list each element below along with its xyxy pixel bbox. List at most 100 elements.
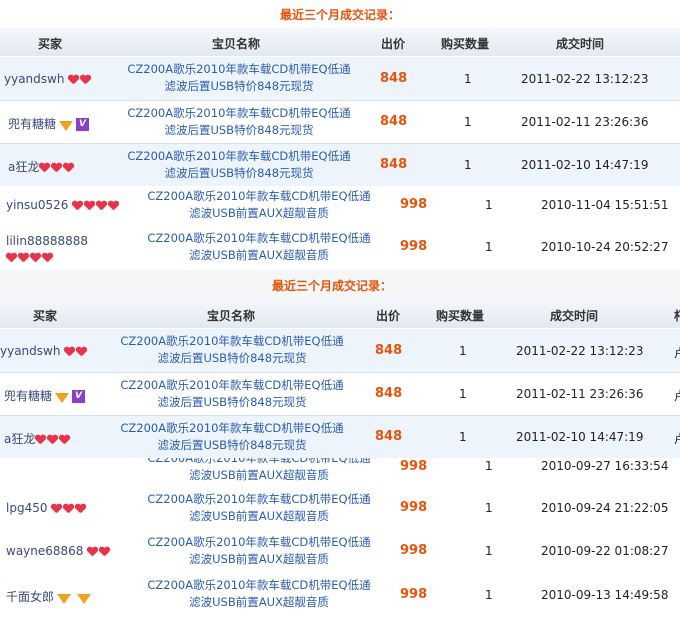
header-buyer: 买家: [33, 309, 58, 323]
header-price: 出价: [376, 309, 401, 323]
header-buyer: 买家: [38, 37, 63, 51]
buyer-link[interactable]: yyandswh: [4, 72, 92, 86]
diamond-icon: [55, 392, 70, 403]
buyer-link[interactable]: 千面女郎: [6, 588, 94, 605]
heart-icon: [76, 347, 87, 357]
heart-icon: [68, 75, 79, 85]
item-link[interactable]: CZ200A歌乐2010年款车载CD机带EQ低通 滤波后置USB特价848元现货: [115, 105, 363, 139]
heart-icon: [18, 253, 29, 263]
heart-icon: [96, 201, 107, 211]
heart-icon: [64, 347, 75, 357]
price-value: 848: [375, 429, 403, 444]
time-value: 2010-11-04 15:51:51: [541, 198, 669, 212]
heart-icon: [108, 201, 119, 211]
table-row: a狂龙 CZ200A歌乐2010年款车载CD机带EQ低通 滤波后置USB特价848…: [0, 144, 680, 186]
time-value: 2010-09-24 21:22:05: [541, 501, 669, 515]
heart-icon: [80, 75, 91, 85]
time-value: 2011-02-10 14:47:19: [516, 430, 644, 444]
price-value: 998: [400, 587, 428, 602]
diamond-icon: [57, 593, 72, 604]
item-link[interactable]: CZ200A歌乐2010年款车载CD机带EQ低通 滤波USB前置AUX超靓音质: [135, 458, 383, 484]
item-link[interactable]: CZ200A歌乐2010年款车载CD机带EQ低通 滤波USB前置AUX超靓音质: [135, 230, 383, 264]
header-qty: 购买数量: [436, 309, 485, 323]
buyer-link[interactable]: a狂龙: [4, 430, 71, 447]
price-value: 998: [400, 197, 428, 212]
cut-off-text: 卢: [674, 430, 680, 447]
qty-value: 1: [464, 158, 472, 172]
heart-icon: [47, 435, 58, 445]
header-time: 成交时间: [550, 309, 599, 323]
price-value: 998: [400, 500, 428, 515]
buyer-link[interactable]: lpg450: [6, 501, 87, 515]
price-value: 848: [380, 71, 408, 86]
header-time: 成交时间: [556, 37, 605, 51]
buyer-link[interactable]: 兜有糖糖 V: [8, 115, 90, 132]
item-link[interactable]: CZ200A歌乐2010年款车载CD机带EQ低通 滤波后置USB特价848元现货: [115, 148, 363, 182]
time-value: 2010-10-24 20:52:27: [541, 240, 669, 254]
table-row: 兜有糖糖 V CZ200A歌乐2010年款车载CD机带EQ低通 滤波后置USB特价8…: [0, 373, 680, 415]
heart-icon: [75, 504, 86, 514]
table-row: 兜有糖糖 V CZ200A歌乐2010年款车载CD机带EQ低通 滤波后置USB特价8…: [0, 101, 680, 143]
table-row: yyandswh CZ200A歌乐2010年款车载CD机带EQ低通 滤波后置USB…: [0, 57, 680, 100]
price-value: 998: [400, 239, 428, 254]
table-row: yyandswh CZ200A歌乐2010年款车载CD机带EQ低通 滤波后置USB…: [0, 329, 680, 372]
table-row: CZ200A歌乐2010年款车载CD机带EQ低通 滤波USB前置AUX超靓音质 9…: [0, 458, 680, 487]
qty-value: 1: [464, 72, 472, 86]
section-title: 最近三个月成交记录：: [271, 279, 392, 293]
heart-icon: [39, 163, 50, 173]
header-qty: 购买数量: [441, 37, 490, 51]
buyer-link[interactable]: yinsu0526: [6, 198, 120, 212]
table-row: lpg450 CZ200A歌乐2010年款车载CD机带EQ低通 滤波USB前置AU…: [0, 487, 680, 530]
time-value: 2011-02-10 14:47:19: [521, 158, 649, 172]
buyer-link[interactable]: 兜有糖糖 V: [4, 387, 86, 404]
table-row: lilin88888888 CZ200A歌乐2010年款车载CD机带EQ低通 滤波…: [0, 227, 680, 269]
buyer-link[interactable]: a狂龙: [8, 158, 75, 175]
price-value: 998: [400, 459, 428, 474]
item-link[interactable]: CZ200A歌乐2010年款车载CD机带EQ低通 滤波后置USB特价848元现货: [108, 420, 356, 454]
header-price: 出价: [381, 37, 406, 51]
cut-off-text: 卢: [674, 344, 680, 361]
price-value: 848: [380, 157, 408, 172]
time-value: 2011-02-11 23:26:36: [516, 387, 644, 401]
item-link[interactable]: CZ200A歌乐2010年款车载CD机带EQ低通 滤波USB前置AUX超靓音质: [135, 577, 383, 611]
heart-icon: [72, 201, 83, 211]
buyer-link[interactable]: yyandswh: [0, 344, 88, 358]
heart-icon: [51, 163, 62, 173]
heart-icon: [51, 504, 62, 514]
heart-icon: [63, 504, 74, 514]
qty-value: 1: [485, 240, 493, 254]
item-link[interactable]: CZ200A歌乐2010年款车载CD机带EQ低通 滤波USB前置AUX超靓音质: [135, 534, 383, 568]
section-title: 最近三个月成交记录：: [279, 8, 400, 22]
time-value: 2011-02-22 13:12:23: [521, 72, 649, 86]
vip-badge-icon: V: [76, 118, 90, 131]
item-link[interactable]: CZ200A歌乐2010年款车载CD机带EQ低通 滤波后置USB特价848元现货: [115, 61, 363, 95]
table-header: 买家 宝贝名称 出价 购买数量 成交时间: [0, 28, 680, 56]
heart-icon: [59, 435, 70, 445]
buyer-link[interactable]: lilin88888888: [6, 233, 88, 265]
table-row: a狂龙 CZ200A歌乐2010年款车载CD机带EQ低通 滤波后置USB特价848…: [0, 416, 680, 458]
price-value: 848: [380, 114, 408, 129]
heart-icon: [35, 435, 46, 445]
price-value: 848: [375, 386, 403, 401]
buyer-link[interactable]: wayne68868: [6, 544, 111, 558]
item-link[interactable]: CZ200A歌乐2010年款车载CD机带EQ低通 滤波USB前置AUX超靓音质: [135, 188, 383, 222]
cut-off-text: 卢: [674, 387, 680, 404]
qty-value: 1: [459, 430, 467, 444]
table-row: 千面女郎 CZ200A歌乐2010年款车载CD机带EQ低通 滤波USB前置AUX超…: [0, 573, 680, 617]
item-link[interactable]: CZ200A歌乐2010年款车载CD机带EQ低通 滤波后置USB特价848元现货: [108, 377, 356, 411]
time-value: 2010-09-22 01:08:27: [541, 544, 669, 558]
heart-icon: [30, 253, 41, 263]
table-row: yinsu0526 CZ200A歌乐2010年款车载CD机带EQ低通 滤波USB前…: [0, 186, 680, 226]
qty-value: 1: [485, 501, 493, 515]
item-link[interactable]: CZ200A歌乐2010年款车载CD机带EQ低通 滤波后置USB特价848元现货: [108, 333, 356, 367]
time-value: 2010-09-27 16:33:54: [541, 459, 669, 473]
heart-icon: [42, 253, 53, 263]
item-link[interactable]: CZ200A歌乐2010年款车载CD机带EQ低通 滤波USB前置AUX超靓音质: [135, 491, 383, 525]
heart-icon: [87, 547, 98, 557]
qty-value: 1: [485, 588, 493, 602]
table-header: 买家 宝贝名称 出价 购买数量 成交时间 朽: [0, 300, 680, 328]
qty-value: 1: [464, 115, 472, 129]
heart-icon: [99, 547, 110, 557]
heart-icon: [84, 201, 95, 211]
qty-value: 1: [459, 387, 467, 401]
